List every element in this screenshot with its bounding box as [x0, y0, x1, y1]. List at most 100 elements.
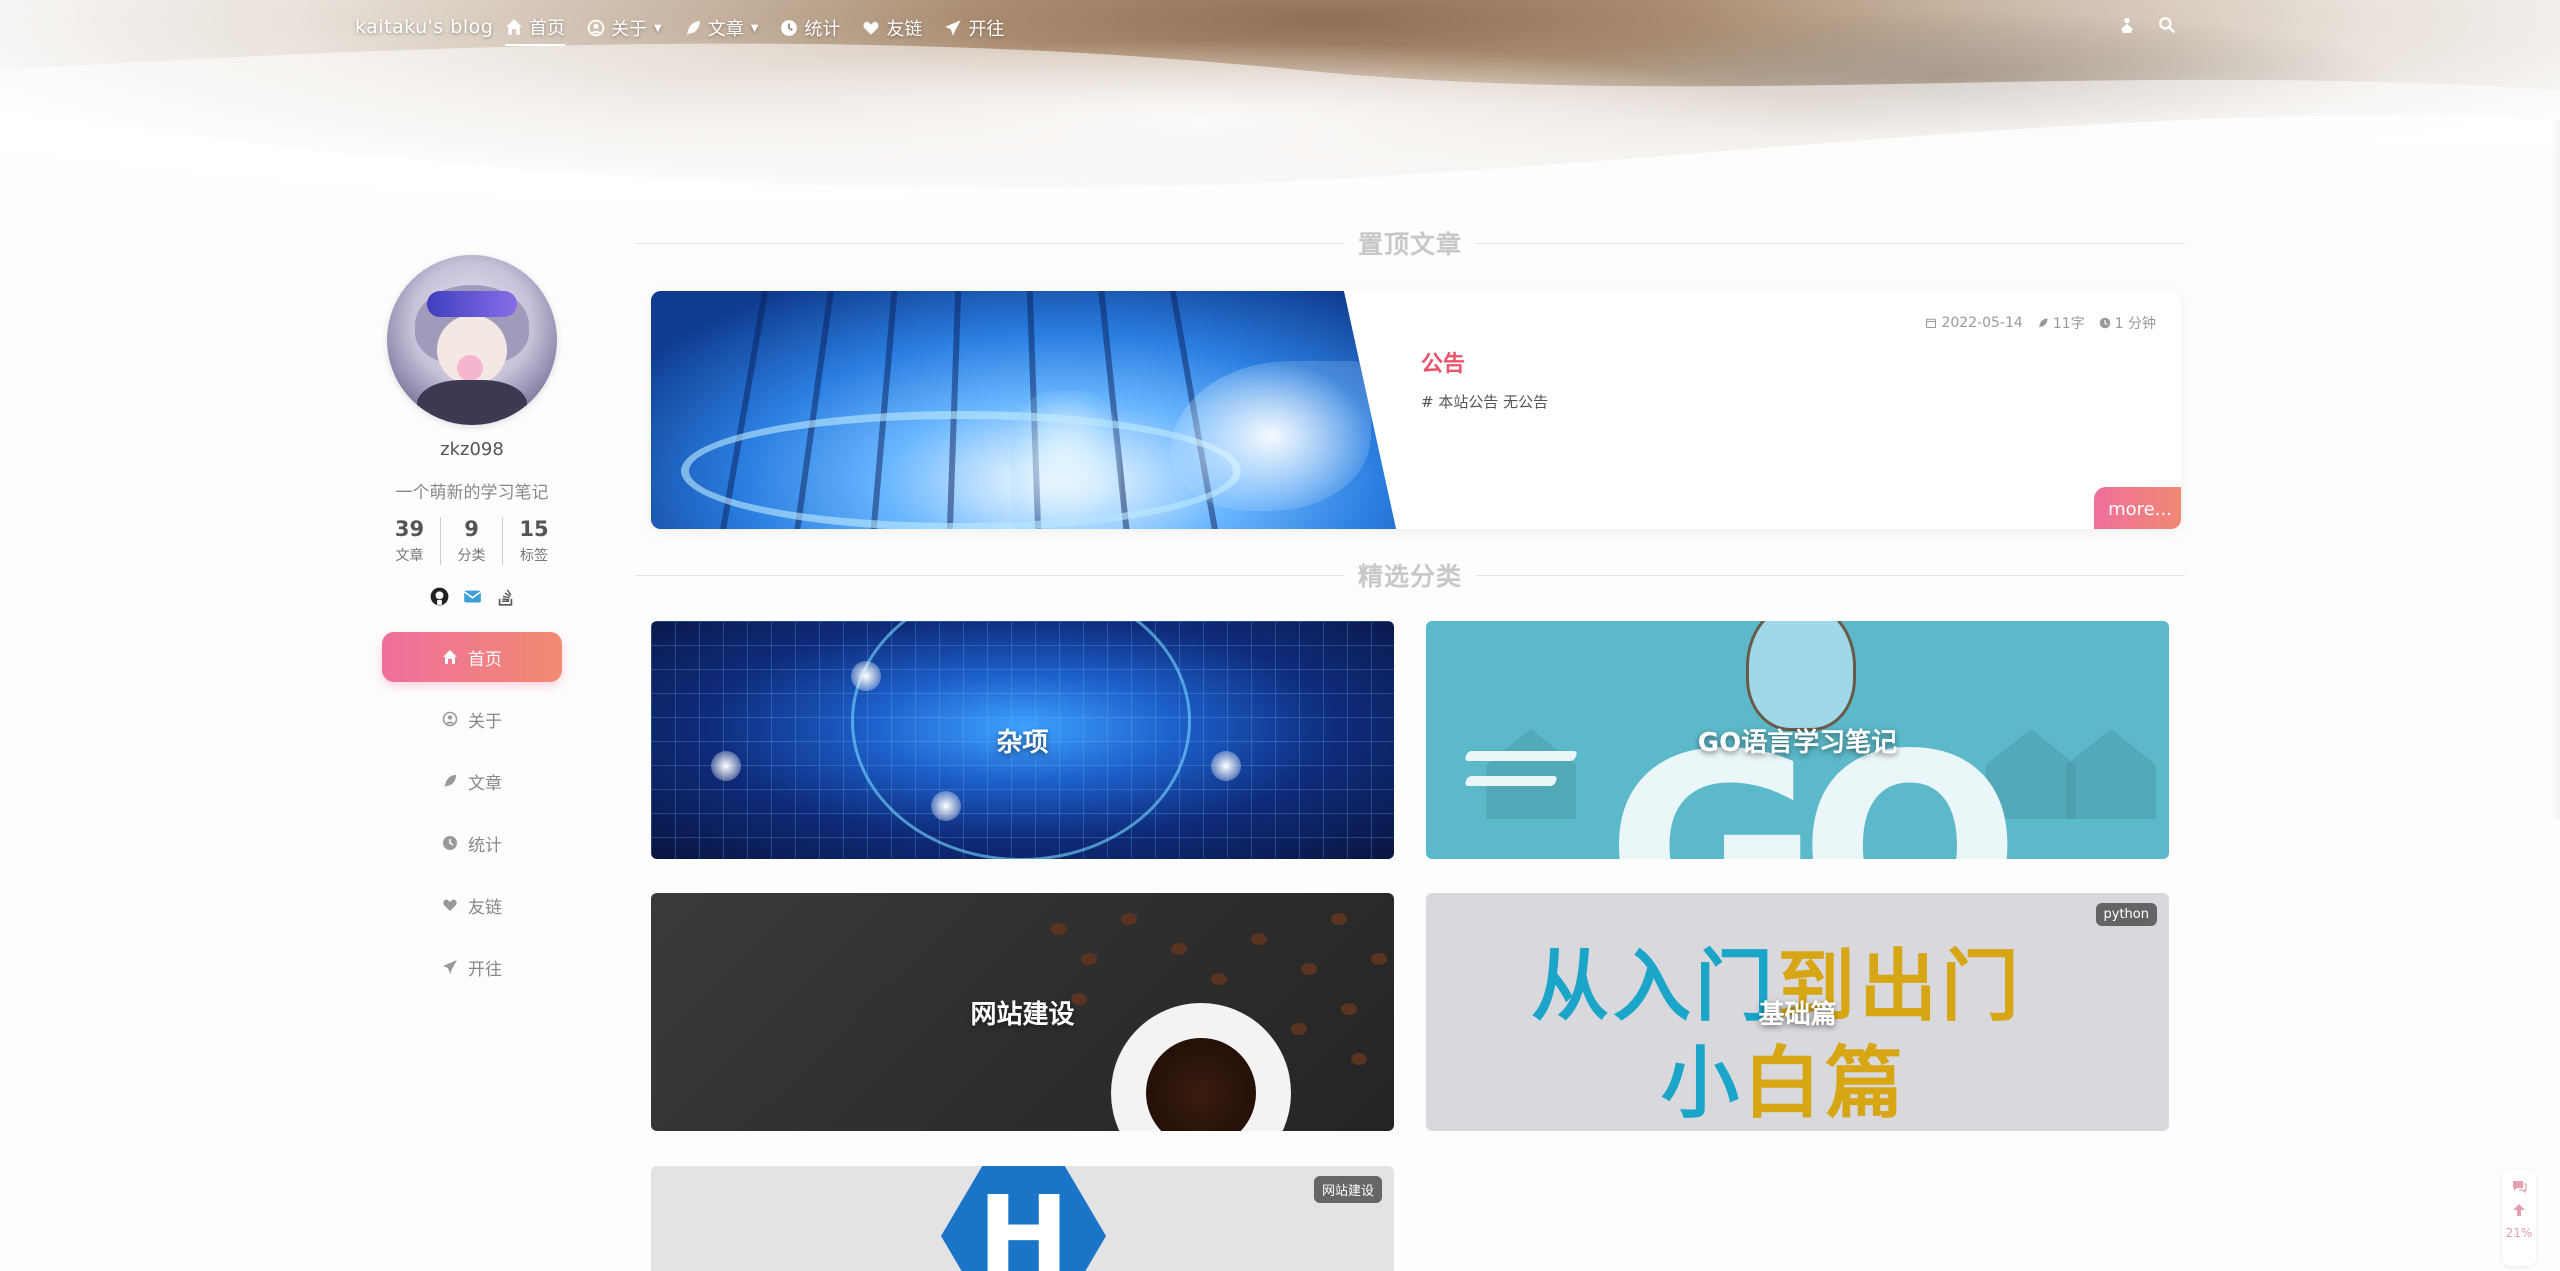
- user-circle-icon: [587, 19, 605, 37]
- feather-icon: [684, 19, 702, 37]
- heart-icon: [442, 897, 458, 913]
- page-edge-shadow: [2550, 120, 2560, 820]
- paper-plane-icon: [442, 959, 458, 975]
- site-brand[interactable]: kaitaku's blog: [355, 16, 493, 38]
- stat-categories-count: 9: [464, 517, 479, 541]
- stat-tags[interactable]: 15 标签: [503, 517, 565, 565]
- person-icon[interactable]: [2118, 16, 2136, 34]
- section-title-pinned: 置顶文章: [635, 228, 2186, 259]
- chevron-down-icon: ▼: [654, 22, 662, 34]
- clock-icon: [442, 835, 458, 851]
- nav-articles[interactable]: 文章 ▼: [684, 14, 759, 46]
- scroll-progress: 21%: [2505, 1226, 2533, 1240]
- arrow-up-icon[interactable]: [2511, 1202, 2527, 1218]
- feather-icon: [442, 773, 458, 789]
- paper-plane-icon: [944, 19, 962, 37]
- category-card-website-2[interactable]: H 网站建设: [651, 1166, 1394, 1271]
- sidebar-item-label: 友链: [468, 897, 502, 918]
- sidebar-item-label: 文章: [468, 773, 502, 794]
- stat-tags-count: 15: [519, 517, 549, 541]
- nav-friends-label: 友链: [886, 19, 923, 40]
- post-wordcount-text: 11字: [2052, 316, 2085, 332]
- category-tag[interactable]: python: [2095, 903, 2157, 926]
- heart-icon: [862, 19, 880, 37]
- nav-about-label: 关于: [611, 19, 647, 40]
- post-date: 2022-05-14: [1925, 313, 2023, 333]
- nav-menu: 首页 关于 ▼ 文章 ▼ 统计 友链 开往: [505, 14, 1004, 46]
- nav-right-tools: [2118, 16, 2176, 34]
- category-label: 杂项: [996, 727, 1049, 758]
- pen-icon: [2037, 317, 2049, 329]
- more-button[interactable]: more...: [2094, 487, 2181, 529]
- category-card-website[interactable]: 网站建设: [651, 893, 1394, 1131]
- tagline: 一个萌新的学习笔记: [395, 483, 549, 503]
- calendar-icon: [1925, 317, 1937, 329]
- sidebar-item-stats[interactable]: 统计: [382, 818, 562, 868]
- pinned-post-card[interactable]: 2022-05-14 11字 1 分钟 公告 # 本站公告 无公告 more..…: [651, 291, 2181, 529]
- post-readtime: 1 分钟: [2099, 313, 2156, 333]
- avatar: [387, 255, 557, 425]
- category-card-go[interactable]: GO GO语言学习笔记: [1426, 621, 2169, 859]
- category-label: 基础篇: [1758, 999, 1837, 1030]
- sidebar-item-travelling[interactable]: 开往: [382, 942, 562, 992]
- sidebar-menu: 首页 关于 文章 统计 友链 开往: [372, 632, 572, 992]
- nav-travelling-label: 开往: [968, 19, 1005, 40]
- pinned-post-cover[interactable]: [651, 291, 1396, 529]
- sidebar-item-articles[interactable]: 文章: [382, 756, 562, 806]
- cover-text-line2: 小白篇: [1661, 1039, 1908, 1129]
- sidebar-item-label: 统计: [468, 835, 502, 856]
- category-card-python-basics[interactable]: 从入门到出门 小白篇 python 基础篇: [1426, 893, 2169, 1131]
- category-card-misc[interactable]: 杂项: [651, 621, 1394, 859]
- stat-articles-label: 文章: [395, 548, 424, 564]
- chevron-down-icon: ▼: [750, 22, 759, 34]
- chat-icon[interactable]: [2511, 1178, 2527, 1194]
- nav-travelling[interactable]: 开往: [944, 14, 1004, 46]
- nav-stats[interactable]: 统计: [780, 14, 840, 46]
- nav-home[interactable]: 首页: [505, 14, 565, 46]
- post-readtime-text: 1 分钟: [2114, 316, 2156, 332]
- category-label: GO语言学习笔记: [1697, 727, 1898, 758]
- sidebar-item-label: 关于: [468, 711, 502, 732]
- site-stats: 39 文章 9 分类 15 标签: [372, 517, 572, 565]
- category-tag[interactable]: 网站建设: [1313, 1176, 1382, 1203]
- clock-icon: [2099, 317, 2111, 329]
- sidebar-item-label: 首页: [468, 649, 502, 670]
- stat-tags-label: 标签: [520, 548, 548, 564]
- top-navbar: kaitaku's blog 首页 关于 ▼ 文章 ▼ 统计 友链 开往: [0, 0, 2560, 56]
- post-excerpt: # 本站公告 无公告: [1421, 393, 1549, 411]
- floating-toolbar: 21%: [2502, 1170, 2536, 1266]
- social-links: [372, 587, 572, 606]
- home-icon: [442, 649, 458, 665]
- stat-articles[interactable]: 39 文章: [379, 517, 441, 565]
- stat-articles-count: 39: [394, 517, 425, 541]
- stat-categories-label: 分类: [457, 548, 486, 564]
- gopher-illustration: [1746, 621, 1856, 731]
- post-wordcount: 11字: [2037, 313, 2085, 333]
- github-icon[interactable]: [430, 587, 449, 606]
- search-icon[interactable]: [2158, 16, 2176, 34]
- nav-friends[interactable]: 友链: [862, 14, 922, 46]
- nav-stats-label: 统计: [804, 19, 841, 40]
- clock-icon: [780, 19, 798, 37]
- sidebar-item-friends[interactable]: 友链: [382, 880, 562, 930]
- user-circle-icon: [442, 711, 458, 727]
- sidebar-item-about[interactable]: 关于: [382, 694, 562, 744]
- section-title-categories: 精选分类: [635, 560, 2186, 591]
- nav-home-label: 首页: [529, 18, 565, 39]
- nav-about[interactable]: 关于 ▼: [587, 14, 662, 46]
- post-date-text: 2022-05-14: [1941, 315, 2023, 331]
- nav-articles-label: 文章: [707, 19, 744, 40]
- category-label: 网站建设: [970, 999, 1075, 1030]
- stackoverflow-icon[interactable]: [496, 587, 515, 606]
- sidebar-item-label: 开往: [468, 959, 502, 980]
- profile-sidebar: zkz098 一个萌新的学习笔记 39 文章 9 分类 15 标签 首页 关于: [372, 255, 572, 1004]
- post-meta: 2022-05-14 11字 1 分钟: [1925, 313, 2156, 333]
- email-icon[interactable]: [463, 587, 482, 606]
- section-title-text: 置顶文章: [1358, 230, 1463, 259]
- hexo-logo: H: [941, 1166, 1106, 1271]
- post-title[interactable]: 公告: [1421, 346, 1465, 378]
- sidebar-item-home[interactable]: 首页: [382, 632, 562, 682]
- section-title-text: 精选分类: [1358, 562, 1463, 591]
- stat-categories[interactable]: 9 分类: [441, 517, 503, 565]
- home-icon: [505, 18, 523, 36]
